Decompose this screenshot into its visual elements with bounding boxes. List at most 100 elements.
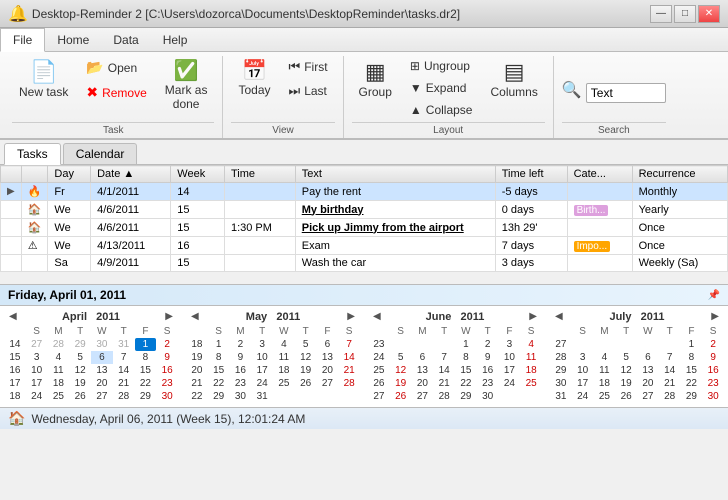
col-timeleft[interactable]: Time left xyxy=(495,166,567,183)
cal-day[interactable]: 28 xyxy=(338,377,360,390)
cal-day[interactable]: 10 xyxy=(251,351,273,364)
cal-day[interactable]: 8 xyxy=(681,351,703,364)
cal-day[interactable]: 2 xyxy=(230,338,252,351)
cal-day[interactable]: 21 xyxy=(433,377,455,390)
cal-day[interactable]: 28 xyxy=(433,390,455,403)
cal-day[interactable]: 30 xyxy=(156,390,178,403)
cal-prev-icon[interactable]: ◀ xyxy=(6,310,20,323)
cal-day[interactable]: 12 xyxy=(69,364,91,377)
col-date[interactable]: Date ▲ xyxy=(91,166,171,183)
cal-day[interactable]: 19 xyxy=(615,377,637,390)
cal-day[interactable]: 1 xyxy=(681,338,703,351)
cal-day[interactable]: 26 xyxy=(69,390,91,403)
cal-day[interactable]: 20 xyxy=(637,377,659,390)
cal-prev-icon[interactable]: ◀ xyxy=(188,310,202,323)
cal-day[interactable]: 27 xyxy=(317,377,339,390)
cal-day[interactable] xyxy=(390,338,412,351)
cal-next-icon[interactable]: ▶ xyxy=(162,310,176,323)
cal-day[interactable]: 31 xyxy=(251,390,273,403)
col-indicator[interactable] xyxy=(1,166,22,183)
cal-prev-icon[interactable]: ◀ xyxy=(370,310,384,323)
cal-day[interactable]: 13 xyxy=(637,364,659,377)
cal-day[interactable] xyxy=(637,338,659,351)
cal-day[interactable]: 18 xyxy=(594,377,616,390)
cal-day[interactable]: 27 xyxy=(412,390,434,403)
cal-day[interactable]: 30 xyxy=(702,390,724,403)
columns-button[interactable]: ▤ Columns xyxy=(483,56,544,104)
cal-day[interactable]: 23 xyxy=(702,377,724,390)
cal-day[interactable]: 19 xyxy=(69,377,91,390)
cal-day[interactable]: 10 xyxy=(572,364,594,377)
cal-day[interactable]: 23 xyxy=(156,377,178,390)
cal-day[interactable]: 21 xyxy=(659,377,681,390)
cal-day[interactable]: 23 xyxy=(477,377,499,390)
cal-day[interactable]: 30 xyxy=(230,390,252,403)
cal-day[interactable]: 2 xyxy=(477,338,499,351)
cal-day[interactable] xyxy=(594,338,616,351)
cal-day[interactable]: 22 xyxy=(208,377,230,390)
cal-day[interactable]: 11 xyxy=(520,351,542,364)
cal-day[interactable]: 20 xyxy=(91,377,113,390)
col-day[interactable]: Day xyxy=(48,166,91,183)
cal-day[interactable] xyxy=(433,338,455,351)
cal-day[interactable]: 14 xyxy=(659,364,681,377)
cal-day[interactable]: 14 xyxy=(113,364,135,377)
cal-day[interactable]: 1 xyxy=(135,338,157,351)
cal-day[interactable]: 8 xyxy=(455,351,477,364)
maximize-button[interactable]: □ xyxy=(674,5,696,23)
cal-day[interactable]: 7 xyxy=(433,351,455,364)
menu-file[interactable]: File xyxy=(0,28,45,52)
cal-day[interactable]: 9 xyxy=(230,351,252,364)
open-button[interactable]: 📂 Open xyxy=(79,56,153,79)
cal-day[interactable]: 6 xyxy=(317,338,339,351)
cal-day[interactable] xyxy=(520,390,542,403)
cal-day[interactable]: 7 xyxy=(338,338,360,351)
cal-day[interactable]: 26 xyxy=(615,390,637,403)
table-row[interactable]: Sa 4/9/2011 15 Wash the car 3 days Weekl… xyxy=(1,255,728,272)
cal-day[interactable]: 30 xyxy=(91,338,113,351)
cal-day[interactable]: 9 xyxy=(702,351,724,364)
cal-day[interactable] xyxy=(338,390,360,403)
cal-day[interactable]: 24 xyxy=(499,377,521,390)
cal-day[interactable] xyxy=(659,338,681,351)
cal-day[interactable]: 29 xyxy=(69,338,91,351)
cal-day[interactable]: 30 xyxy=(477,390,499,403)
cal-day[interactable]: 22 xyxy=(135,377,157,390)
first-button[interactable]: ⏮ First xyxy=(282,56,335,78)
cal-day[interactable]: 21 xyxy=(338,364,360,377)
cal-day[interactable]: 16 xyxy=(156,364,178,377)
cal-day[interactable] xyxy=(273,390,295,403)
cal-day[interactable]: 17 xyxy=(26,377,48,390)
cal-day[interactable]: 18 xyxy=(273,364,295,377)
cal-day[interactable] xyxy=(317,390,339,403)
cal-day[interactable]: 20 xyxy=(317,364,339,377)
cal-prev-icon[interactable]: ◀ xyxy=(552,310,566,323)
cal-day[interactable]: 11 xyxy=(273,351,295,364)
cal-day[interactable] xyxy=(412,338,434,351)
cal-day[interactable]: 1 xyxy=(455,338,477,351)
cal-day[interactable]: 5 xyxy=(390,351,412,364)
menu-data[interactable]: Data xyxy=(101,28,150,51)
collapse-button[interactable]: ▲ Collapse xyxy=(403,100,480,120)
cal-day[interactable]: 19 xyxy=(295,364,317,377)
cal-day[interactable]: 7 xyxy=(659,351,681,364)
cal-day[interactable]: 6 xyxy=(91,351,113,364)
cal-day[interactable]: 13 xyxy=(412,364,434,377)
close-button[interactable]: ✕ xyxy=(698,5,720,23)
cal-day[interactable]: 17 xyxy=(572,377,594,390)
cal-day[interactable]: 6 xyxy=(637,351,659,364)
cal-day[interactable]: 28 xyxy=(113,390,135,403)
col-week[interactable]: Week xyxy=(171,166,225,183)
cal-day[interactable]: 27 xyxy=(91,390,113,403)
cal-day[interactable]: 24 xyxy=(26,390,48,403)
cal-next-icon[interactable]: ▶ xyxy=(526,310,540,323)
cal-day[interactable]: 5 xyxy=(295,338,317,351)
cal-day[interactable]: 15 xyxy=(455,364,477,377)
cal-day[interactable] xyxy=(572,338,594,351)
cal-day[interactable]: 10 xyxy=(499,351,521,364)
cal-day[interactable]: 10 xyxy=(26,364,48,377)
cal-day[interactable]: 1 xyxy=(208,338,230,351)
cal-day[interactable]: 9 xyxy=(477,351,499,364)
cal-day[interactable]: 3 xyxy=(251,338,273,351)
table-row[interactable]: ⚠ We 4/13/2011 16 Exam 7 days Impo... On… xyxy=(1,237,728,255)
